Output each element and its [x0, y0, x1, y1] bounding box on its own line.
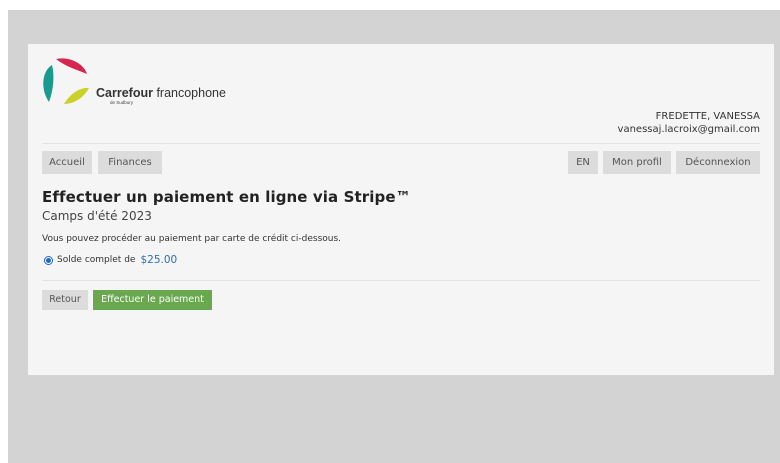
user-info: FREDETTE, VANESSA vanessaj.lacroix@gmail…: [618, 110, 760, 136]
brand-tagline: de Sudbury: [110, 100, 134, 105]
page-subtitle: Camps d'été 2023: [42, 209, 152, 223]
back-button[interactable]: Retour: [42, 290, 88, 310]
full-balance-option[interactable]: Solde complet de $25.00: [44, 252, 177, 268]
language-en-button[interactable]: EN: [568, 151, 598, 174]
radio-selected-dot: [46, 257, 51, 263]
nav-mon-profil-button[interactable]: Mon profil: [603, 151, 671, 174]
nav-deconnexion-button[interactable]: Déconnexion: [676, 151, 760, 174]
nav-accueil-button[interactable]: Accueil: [42, 151, 92, 174]
brand-name-bold: Carrefour: [96, 86, 153, 100]
brand-name: Carrefour francophone: [96, 86, 226, 100]
header-divider: [42, 143, 760, 144]
brand-name-regular: francophone: [152, 86, 226, 100]
payment-instruction: Vous pouvez procéder au paiement par car…: [42, 234, 342, 244]
form-divider: [42, 280, 760, 281]
pay-button[interactable]: Effectuer le paiement: [93, 290, 212, 310]
balance-amount: $25.00: [140, 254, 178, 266]
user-email: vanessaj.lacroix@gmail.com: [617, 124, 760, 135]
full-balance-label: Solde complet de: [57, 255, 136, 265]
user-name: FREDETTE, VANESSA: [655, 111, 760, 122]
full-balance-radio[interactable]: [44, 255, 53, 265]
page-title: Effectuer un paiement en ligne via Strip…: [42, 188, 411, 206]
carrefour-logo-icon: [43, 58, 89, 104]
main-card: Carrefour francophone de Sudbury FREDETT…: [28, 44, 774, 375]
nav-finances-button[interactable]: Finances: [98, 151, 162, 174]
